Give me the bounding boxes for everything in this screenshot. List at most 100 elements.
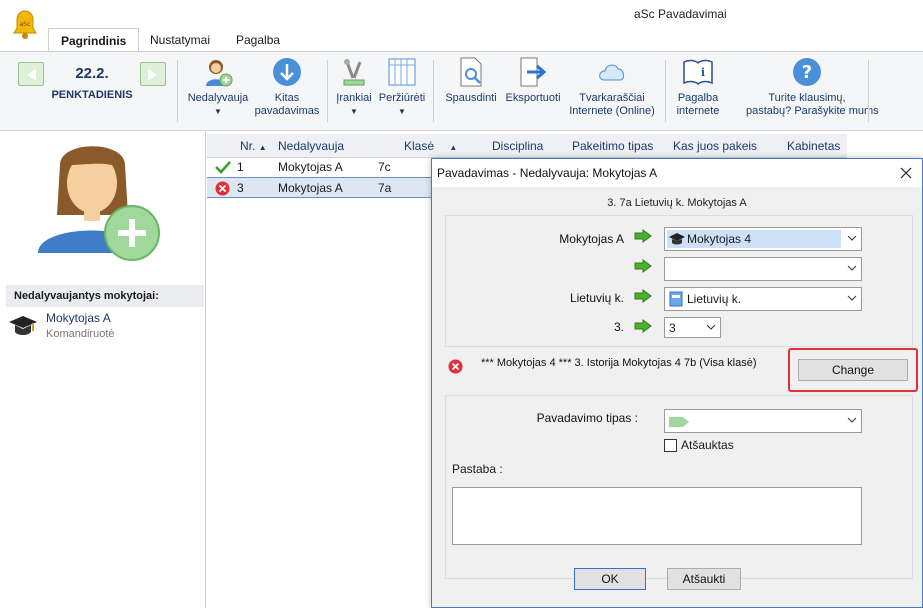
print-button[interactable]: Spausdinti — [440, 56, 502, 105]
view-button[interactable]: Peržiūrėti ▼ — [376, 56, 428, 118]
substitution-type-label: Pavadavimo tipas : — [536, 411, 638, 425]
cancelled-checkbox[interactable] — [664, 439, 677, 452]
note-textarea[interactable] — [452, 487, 862, 545]
next-substitution-button[interactable]: Kitas pavadavimas — [252, 56, 322, 118]
period-select[interactable]: 3 — [664, 317, 721, 338]
substitution-type-select[interactable] — [664, 409, 862, 433]
cell-class: 7c — [378, 160, 391, 174]
current-weekday: PENKTADIENIS — [51, 89, 133, 101]
green-arrow-icon[interactable] — [634, 319, 652, 333]
online-timetables-button[interactable]: Tvarkaraščiai Internete (Online) — [564, 56, 660, 118]
book-info-icon: i — [683, 59, 713, 86]
export-icon — [520, 57, 547, 87]
col-nr[interactable]: Nr. ▲ — [240, 139, 267, 153]
svg-text:?: ? — [802, 62, 812, 83]
close-icon[interactable] — [898, 165, 914, 181]
add-absent-teacher-avatar-icon[interactable] — [30, 135, 165, 265]
error-circle-icon — [215, 181, 230, 196]
app-title: aSc Pavadavimai — [634, 7, 727, 21]
dialog-title: Pavadavimas - Nedalyvauja: Mokytojas A — [437, 166, 658, 180]
conflict-message: *** Mokytojas 4 *** 3. Istorija Mokytoja… — [481, 357, 757, 369]
title-bar: aSc aSc Pavadavimai — [0, 0, 923, 39]
subject-select[interactable]: Lietuvių k. — [664, 287, 862, 311]
teacher-label: Mokytojas A — [559, 232, 624, 246]
teacher-select-value: Mokytojas 4 — [667, 230, 841, 248]
online-label-line1: Tvarkaraščiai — [579, 92, 645, 104]
dialog-title-bar: Pavadavimas - Nedalyvauja: Mokytojas A — [432, 159, 922, 187]
ok-button[interactable]: OK — [574, 568, 646, 590]
graduation-cap-icon — [9, 316, 37, 335]
col-absent[interactable]: Nedalyvauja — [278, 139, 344, 153]
tab-settings[interactable]: Nustatymai — [138, 28, 222, 52]
col-class[interactable]: Klasė ▲ — [404, 139, 457, 153]
next-day-button[interactable] — [140, 62, 166, 86]
ribbon-tabs: Pagrindinis Nustatymai Pagalba — [0, 28, 923, 52]
ribbon-separator — [665, 60, 666, 122]
tab-help[interactable]: Pagalba — [224, 28, 292, 52]
ribbon-separator — [868, 60, 869, 122]
questions-label-line1: Turite klausimų, — [768, 92, 846, 104]
cloud-icon — [599, 64, 625, 81]
cell-teacher: Mokytojas A — [278, 160, 343, 174]
absent-teacher-reason: Komandiruotė — [46, 328, 115, 340]
table-row[interactable]: 1 Mokytojas A 7c — [207, 157, 432, 178]
print-label: Spausdinti — [445, 92, 497, 104]
book-icon — [669, 291, 683, 307]
absent-button-label: Nedalyvauja — [187, 92, 249, 104]
cancelled-label: Atšauktas — [681, 438, 734, 452]
cell-class: 7a — [378, 181, 392, 195]
change-button[interactable]: Change — [798, 359, 908, 381]
chevron-down-icon — [847, 295, 857, 301]
substitution-type-value — [667, 412, 693, 430]
export-button[interactable]: Eksportuoti — [500, 56, 566, 105]
online-label-line2: Internete (Online) — [569, 105, 655, 117]
next-label-line1: Kitas — [274, 92, 300, 104]
green-arrow-icon[interactable] — [634, 289, 652, 303]
sort-asc-icon: ▲ — [449, 143, 458, 152]
green-arrow-icon[interactable] — [634, 259, 652, 273]
ribbon-separator — [327, 60, 328, 122]
checkmark-icon — [215, 161, 231, 174]
help-label-line2: internete — [676, 105, 720, 117]
dropdown-caret-icon: ▼ — [214, 107, 222, 116]
teacher-select[interactable]: Mokytojas 4 — [664, 227, 862, 251]
graduation-cap-icon — [669, 233, 685, 245]
svg-text:aSc: aSc — [20, 21, 31, 28]
tab-home[interactable]: Pagrindinis — [48, 28, 140, 52]
dropdown-caret-icon: ▼ — [398, 107, 406, 116]
prev-day-button[interactable] — [18, 62, 44, 86]
questions-label-line2: pastabų? Parašykite mums — [746, 105, 879, 117]
sort-asc-icon: ▲ — [258, 143, 267, 152]
col-replacement[interactable]: Kas juos pakeis — [673, 139, 757, 153]
absent-button[interactable]: Nedalyvauja ▼ — [183, 56, 253, 118]
help-label-line1: Pagalba — [677, 92, 719, 104]
col-room[interactable]: Kabinetas — [787, 139, 840, 153]
error-circle-icon — [448, 359, 463, 374]
table-header: Nr. ▲ Nedalyvauja Klasė ▲ Disciplina Pak… — [207, 134, 847, 158]
absent-teacher-item[interactable]: Mokytojas A Komandiruotė — [6, 309, 204, 345]
contact-us-button[interactable]: ? Turite klausimų, pastabų? Parašykite m… — [746, 56, 879, 118]
second-teacher-value — [667, 260, 671, 278]
grid-view-icon — [388, 58, 416, 86]
export-label: Eksportuoti — [505, 92, 561, 104]
triangle-left-icon — [27, 69, 36, 81]
online-help-button[interactable]: i Pagalba internete — [670, 56, 726, 118]
print-preview-icon — [460, 57, 482, 87]
absent-teachers-header: Nedalyvaujantys mokytojai: — [6, 285, 204, 307]
view-label: Peržiūrėti — [378, 92, 426, 104]
col-subject[interactable]: Disciplina — [492, 139, 543, 153]
cancel-button[interactable]: Atšaukti — [667, 568, 741, 590]
note-label: Pastaba : — [452, 462, 503, 476]
cell-teacher: Mokytojas A — [278, 181, 343, 195]
col-change-type[interactable]: Pakeitimo tipas — [572, 139, 653, 153]
period-label: 3. — [613, 320, 624, 334]
tools-icon — [343, 59, 365, 86]
ribbon-separator — [177, 60, 178, 122]
green-arrow-icon[interactable] — [634, 229, 652, 243]
table-row[interactable]: 3 Mokytojas A 7a — [207, 177, 432, 198]
second-teacher-select[interactable] — [664, 257, 862, 281]
tools-button[interactable]: Įrankiai ▼ — [331, 56, 377, 118]
chevron-down-icon — [847, 235, 857, 241]
period-select-value: 3 — [669, 321, 676, 335]
absent-teacher-name: Mokytojas A — [46, 311, 111, 325]
